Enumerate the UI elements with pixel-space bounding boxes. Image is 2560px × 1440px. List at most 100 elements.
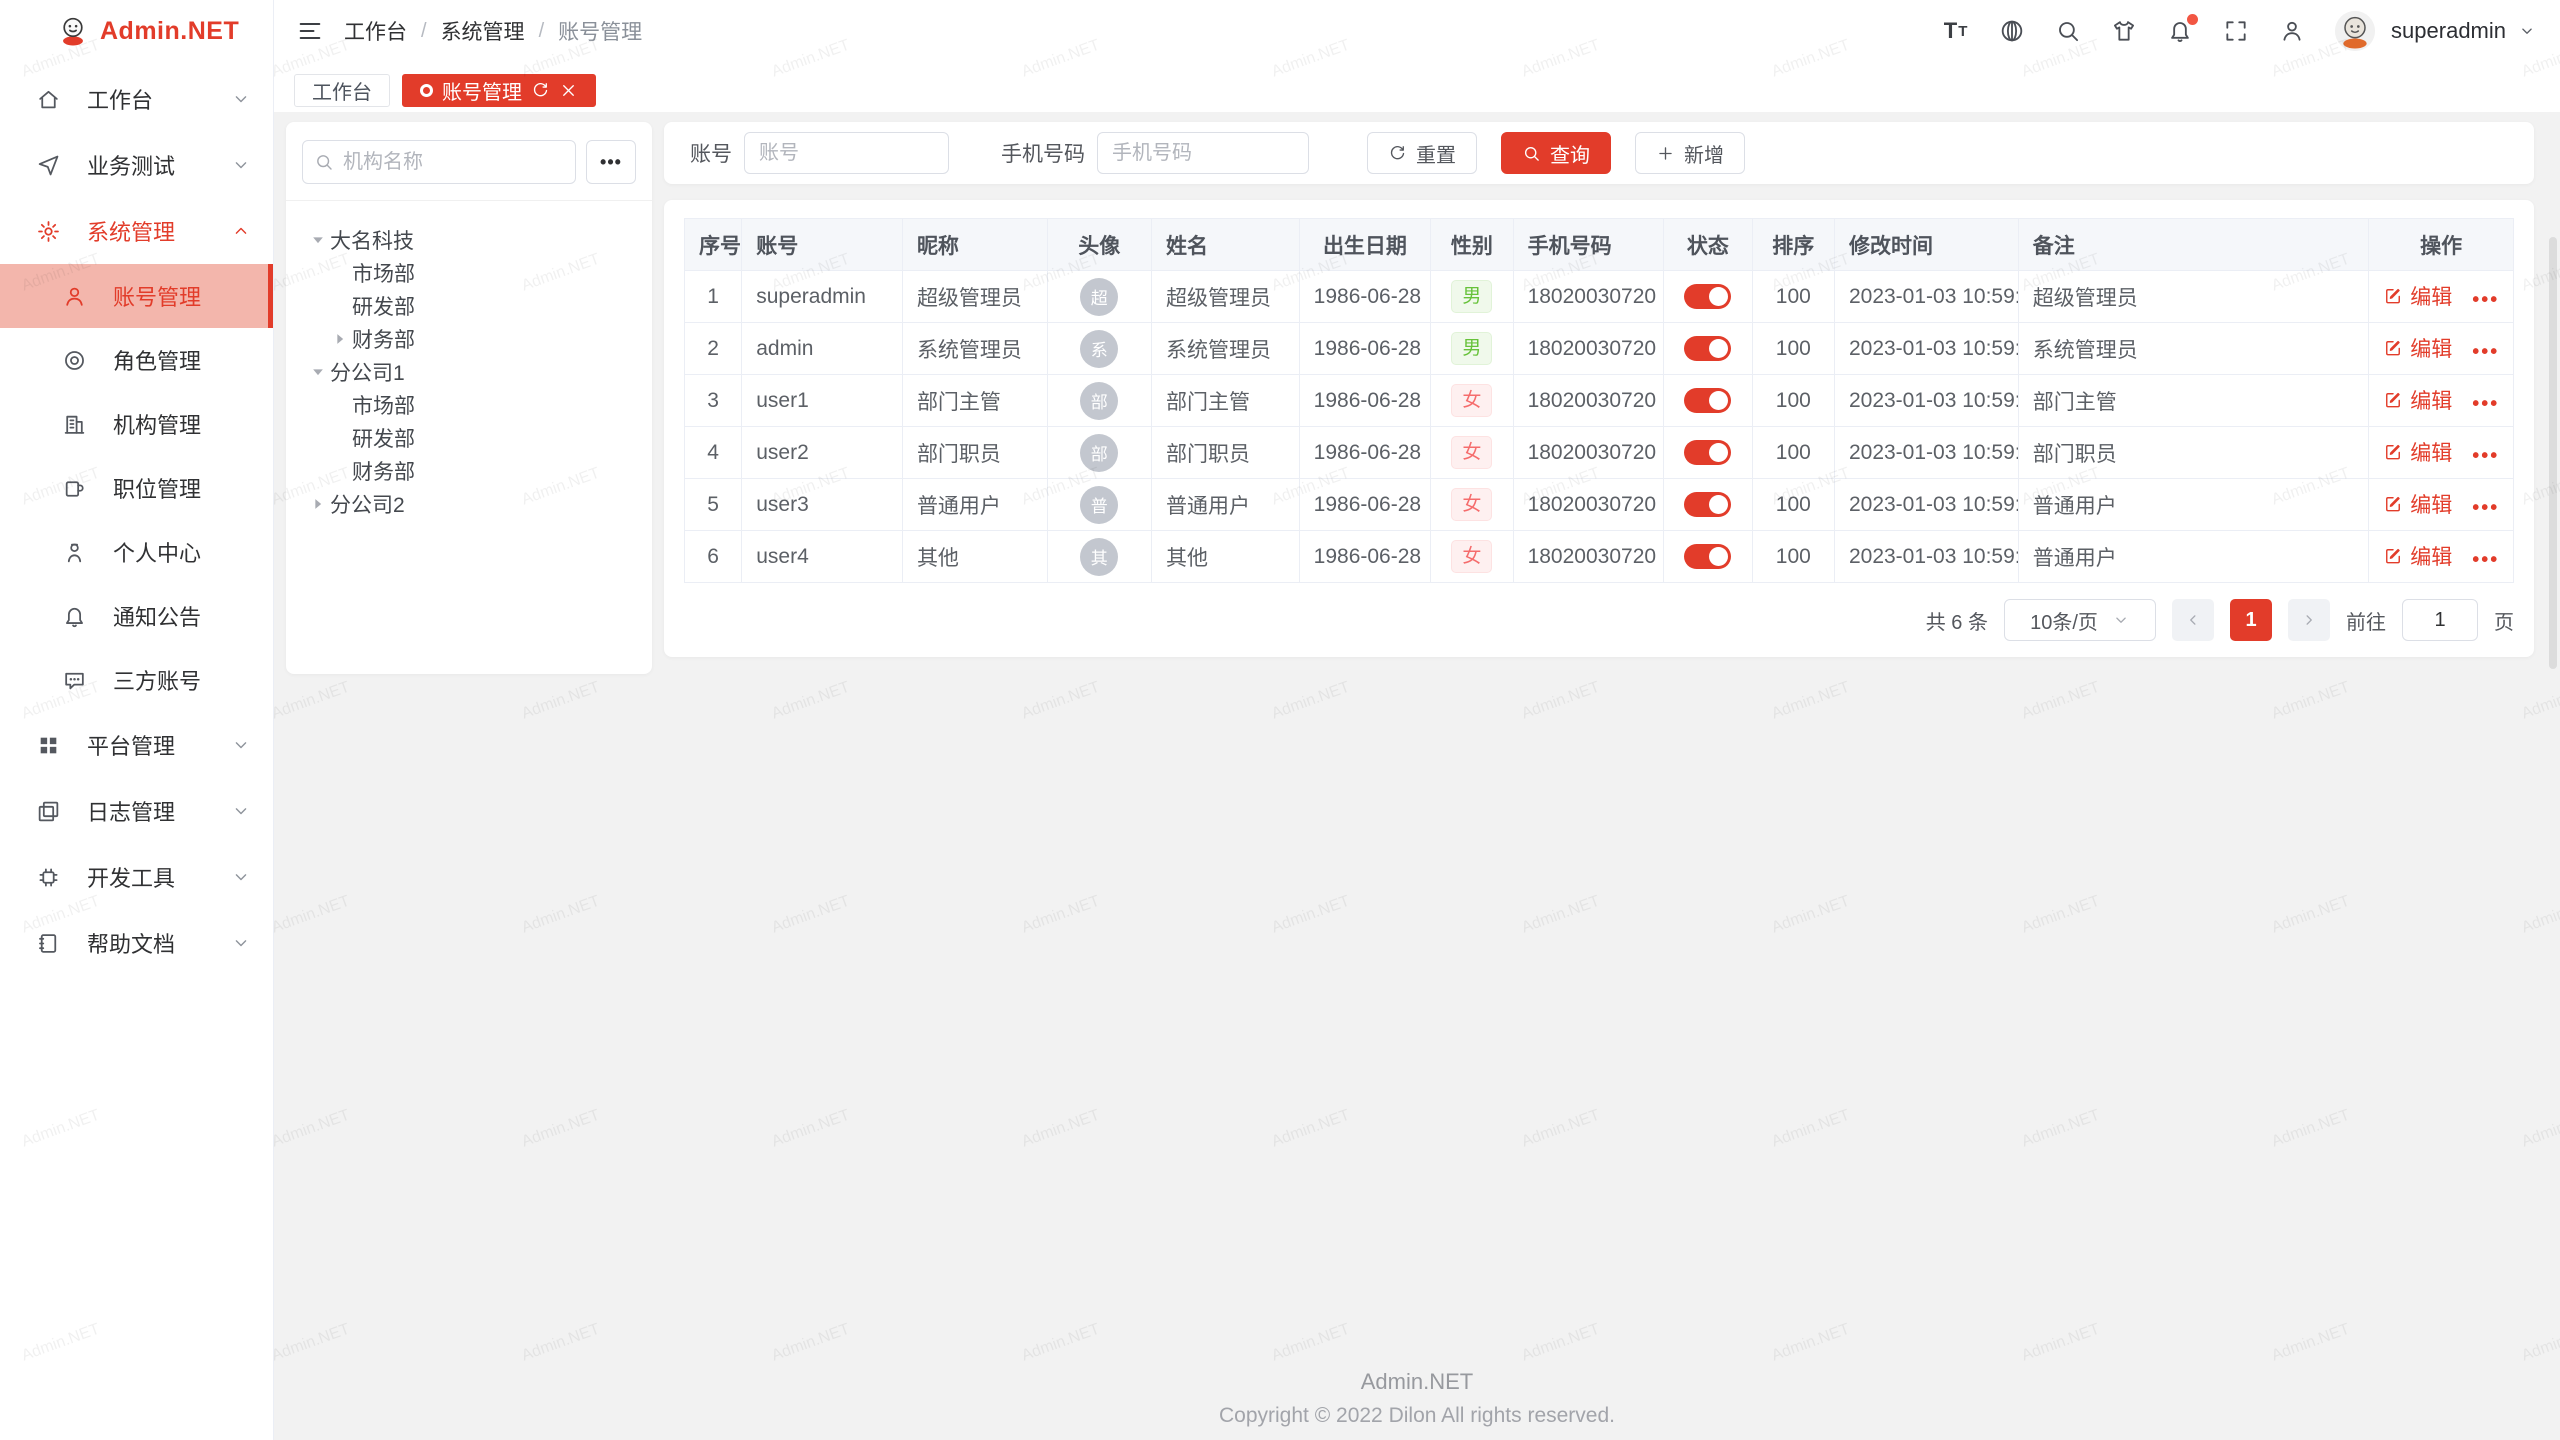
more-operations-button[interactable]: ••• bbox=[2472, 393, 2499, 415]
column-header-1: 序号 bbox=[685, 219, 742, 271]
search-icon[interactable] bbox=[2055, 18, 2081, 44]
sidebar-item-help-docs[interactable]: 帮助文档 bbox=[0, 910, 273, 976]
column-header-2: 账号 bbox=[742, 219, 903, 271]
more-operations-button[interactable]: ••• bbox=[2472, 549, 2499, 571]
breadcrumb-item[interactable]: 工作台 bbox=[344, 16, 407, 46]
cell-operations: 编辑 ••• bbox=[2369, 531, 2514, 583]
sidebar-item-role-manage[interactable]: 角色管理 bbox=[0, 328, 273, 392]
goto-page-input[interactable] bbox=[2403, 600, 2477, 640]
cell-gender: 女 bbox=[1431, 375, 1513, 427]
edit-button[interactable]: 编辑 bbox=[2383, 281, 2452, 311]
font-size-icon[interactable]: TT bbox=[1943, 18, 1969, 44]
breadcrumb-item[interactable]: 系统管理 bbox=[441, 16, 525, 46]
sidebar-item-position-manage[interactable]: 职位管理 bbox=[0, 456, 273, 520]
tree-node-label: 研发部 bbox=[352, 423, 415, 453]
edit-icon bbox=[2383, 546, 2403, 566]
tree-node-branch1-market[interactable]: 市场部 bbox=[308, 388, 642, 421]
sidebar-item-third-account[interactable]: 三方账号 bbox=[0, 648, 273, 712]
sidebar-item-personal-center[interactable]: 个人中心 bbox=[0, 520, 273, 584]
language-icon[interactable] bbox=[1999, 18, 2025, 44]
active-tab-dot-icon bbox=[420, 84, 433, 97]
status-toggle[interactable] bbox=[1684, 492, 1731, 517]
chevron-down-icon[interactable] bbox=[2518, 22, 2536, 40]
close-tab-icon[interactable] bbox=[559, 81, 578, 100]
fullscreen-icon[interactable] bbox=[2223, 18, 2249, 44]
page: ••• 大名科技市场部研发部财务部分公司1市场部研发部财务部分公司2 账号 手机… bbox=[274, 112, 2560, 1440]
theme-icon[interactable] bbox=[2111, 18, 2137, 44]
app-logo[interactable]: Admin.NET bbox=[0, 0, 273, 62]
sidebar-item-dev-tools[interactable]: 开发工具 bbox=[0, 844, 273, 910]
notification-bell-icon[interactable] bbox=[2167, 18, 2193, 44]
more-operations-button[interactable]: ••• bbox=[2472, 289, 2499, 311]
gender-tag: 女 bbox=[1451, 384, 1492, 417]
tree-node-branch1-rd[interactable]: 研发部 bbox=[308, 421, 642, 454]
reset-button[interactable]: 重置 bbox=[1367, 132, 1477, 174]
account-input[interactable] bbox=[745, 133, 948, 173]
sidebar-item-platform-manage[interactable]: 平台管理 bbox=[0, 712, 273, 778]
tree-node-daming-finance[interactable]: 财务部 bbox=[308, 322, 642, 355]
tree-node-branch2[interactable]: 分公司2 bbox=[308, 487, 642, 520]
org-icon bbox=[62, 412, 87, 437]
tree-node-daming-market[interactable]: 市场部 bbox=[308, 256, 642, 289]
sidebar-item-workbench[interactable]: 工作台 bbox=[0, 66, 273, 132]
status-toggle[interactable] bbox=[1684, 284, 1731, 309]
sidebar-item-system-manage[interactable]: 系统管理 bbox=[0, 198, 273, 264]
tab-1[interactable]: 工作台 bbox=[294, 74, 390, 107]
tree-node-branch1-finance[interactable]: 财务部 bbox=[308, 454, 642, 487]
sidebar-item-notice[interactable]: 通知公告 bbox=[0, 584, 273, 648]
sidebar-item-business-test[interactable]: 业务测试 bbox=[0, 132, 273, 198]
org-more-button[interactable]: ••• bbox=[586, 140, 636, 184]
status-toggle[interactable] bbox=[1684, 388, 1731, 413]
page-size-select[interactable]: 10条/页 bbox=[2004, 599, 2156, 641]
query-button[interactable]: 查询 bbox=[1501, 132, 1611, 174]
tree-node-label: 市场部 bbox=[352, 390, 415, 420]
status-toggle[interactable] bbox=[1684, 440, 1731, 465]
org-search-input[interactable] bbox=[343, 141, 575, 183]
user-icon[interactable] bbox=[2279, 18, 2305, 44]
cell-name: 普通用户 bbox=[1152, 479, 1300, 531]
column-header-4: 头像 bbox=[1047, 219, 1151, 271]
cell-avatar: 系 bbox=[1047, 323, 1151, 375]
cell-operations: 编辑 ••• bbox=[2369, 375, 2514, 427]
refresh-tab-icon[interactable] bbox=[531, 81, 550, 100]
sidebar-item-account-manage[interactable]: 账号管理 bbox=[0, 264, 273, 328]
add-button[interactable]: 新增 bbox=[1635, 132, 1745, 174]
collapse-menu-icon[interactable] bbox=[296, 17, 324, 45]
username[interactable]: superadmin bbox=[2391, 18, 2506, 44]
footer-copyright: Copyright © 2022 Dilon All rights reserv… bbox=[274, 1404, 2560, 1428]
more-operations-button[interactable]: ••• bbox=[2472, 445, 2499, 467]
tab-2[interactable]: 账号管理 bbox=[402, 74, 596, 107]
edit-button[interactable]: 编辑 bbox=[2383, 437, 2452, 467]
sidebar-item-label: 日志管理 bbox=[87, 795, 231, 827]
status-toggle[interactable] bbox=[1684, 544, 1731, 569]
cell-modified: 2023-01-03 10:59:44 bbox=[1834, 271, 2018, 323]
cell-index: 2 bbox=[685, 323, 742, 375]
status-toggle[interactable] bbox=[1684, 336, 1731, 361]
tree-node-daming-rd[interactable]: 研发部 bbox=[308, 289, 642, 322]
edit-button[interactable]: 编辑 bbox=[2383, 385, 2452, 415]
prev-page-button[interactable] bbox=[2172, 599, 2214, 641]
org-tree-panel: ••• 大名科技市场部研发部财务部分公司1市场部研发部财务部分公司2 bbox=[286, 122, 652, 674]
edit-button[interactable]: 编辑 bbox=[2383, 333, 2452, 363]
user-avatar[interactable] bbox=[2335, 11, 2375, 51]
tab-label: 账号管理 bbox=[442, 76, 522, 105]
scrollbar-thumb[interactable] bbox=[2549, 237, 2557, 669]
sidebar-item-log-manage[interactable]: 日志管理 bbox=[0, 778, 273, 844]
sidebar-item-org-manage[interactable]: 机构管理 bbox=[0, 392, 273, 456]
phone-input[interactable] bbox=[1098, 133, 1308, 173]
main-area: 工作台/系统管理/账号管理 TT bbox=[274, 0, 2560, 1440]
more-operations-button[interactable]: ••• bbox=[2472, 497, 2499, 519]
tree-node-branch1[interactable]: 分公司1 bbox=[308, 355, 642, 388]
table-row: 1superadmin超级管理员超超级管理员1986-06-28男1802003… bbox=[685, 271, 2514, 323]
chevron-down-icon bbox=[231, 89, 251, 109]
edit-button[interactable]: 编辑 bbox=[2383, 541, 2452, 571]
edit-icon bbox=[2383, 390, 2403, 410]
cell-account: admin bbox=[742, 323, 903, 375]
tree-node-label: 分公司1 bbox=[330, 357, 405, 387]
tree-node-daming-tech[interactable]: 大名科技 bbox=[308, 223, 642, 256]
next-page-button[interactable] bbox=[2288, 599, 2330, 641]
edit-button[interactable]: 编辑 bbox=[2383, 489, 2452, 519]
more-operations-button[interactable]: ••• bbox=[2472, 341, 2499, 363]
table-row: 4user2部门职员部部门职员1986-06-28女18020030720100… bbox=[685, 427, 2514, 479]
page-1-button[interactable]: 1 bbox=[2230, 599, 2272, 641]
